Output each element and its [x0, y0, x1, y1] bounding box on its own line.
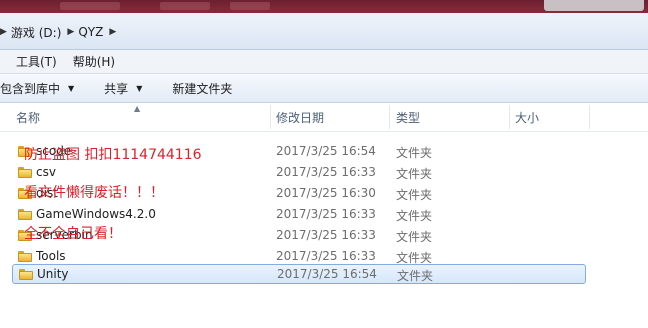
column-size[interactable]: 大小 — [515, 103, 539, 131]
column-type[interactable]: 类型 — [396, 103, 420, 131]
column-divider[interactable] — [389, 105, 390, 129]
share-button[interactable]: 共享 ▼ — [104, 80, 142, 97]
file-date: 2017/3/25 16:33 — [276, 207, 376, 221]
dropdown-arrow-icon: ▼ — [136, 83, 143, 93]
file-date: 2017/3/25 16:33 — [276, 165, 376, 179]
chevron-right-icon[interactable]: ▶ — [0, 27, 7, 37]
file-date: 2017/3/25 16:33 — [276, 249, 376, 263]
chevron-right-icon[interactable]: ▶ — [67, 27, 74, 37]
watermark-text: 全不全自己看！ — [24, 226, 122, 242]
sort-up-icon: ▲ — [134, 104, 141, 113]
status-area — [0, 316, 648, 328]
include-label: 包含到库中 — [0, 81, 61, 96]
file-type: 文件夹 — [396, 209, 433, 223]
file-name: Tools — [36, 249, 66, 263]
file-name: Unity — [37, 267, 69, 281]
menu-tools[interactable]: 工具(T) — [14, 53, 59, 70]
column-name[interactable]: 名称 — [16, 103, 40, 131]
file-name: csv — [36, 165, 56, 179]
title-blur — [230, 2, 270, 10]
list-item[interactable]: csv 2017/3/25 16:33 文件夹 — [12, 163, 586, 183]
address-bar[interactable]: ▶ 游戏 (D:) ▶ QYZ ▶ — [0, 13, 648, 50]
new-folder-label: 新建文件夹 — [172, 81, 233, 96]
column-header: ▲ 名称 修改日期 类型 大小 — [0, 103, 648, 132]
column-divider[interactable] — [270, 105, 271, 129]
folder-icon — [19, 269, 33, 280]
dropdown-arrow-icon: ▼ — [68, 83, 75, 93]
watermark-text: 防止盗图 扣扣1114744116 — [24, 147, 202, 163]
file-type: 文件夹 — [396, 146, 433, 160]
list-item[interactable]: GameWindows4.2.0 2017/3/25 16:33 文件夹 — [12, 205, 586, 225]
include-in-library-button[interactable]: 包含到库中 ▼ — [0, 80, 74, 97]
column-divider[interactable] — [509, 105, 510, 129]
breadcrumb: ▶ 游戏 (D:) ▶ QYZ ▶ — [0, 22, 116, 42]
folder-icon — [18, 251, 32, 262]
breadcrumb-folder[interactable]: QYZ — [74, 25, 109, 39]
window-title-bar — [0, 0, 648, 13]
file-date: 2017/3/25 16:33 — [276, 228, 376, 242]
column-date[interactable]: 修改日期 — [276, 103, 324, 131]
file-date: 2017/3/25 16:30 — [276, 186, 376, 200]
column-divider[interactable] — [589, 105, 590, 129]
share-label: 共享 — [104, 81, 129, 96]
file-date: 2017/3/25 16:54 — [277, 267, 377, 281]
menu-help[interactable]: 帮助(H) — [71, 53, 117, 70]
menu-bar: 工具(T) 帮助(H) — [0, 50, 648, 74]
watermark-text: 看文件懒得废话！！！ — [24, 185, 164, 201]
breadcrumb-drive[interactable]: 游戏 (D:) — [7, 24, 67, 41]
command-bar: 包含到库中 ▼ 共享 ▼ 新建文件夹 — [0, 74, 648, 103]
folder-icon — [18, 167, 32, 178]
window-controls[interactable] — [544, 0, 644, 11]
list-item-selected[interactable]: Unity 2017/3/25 16:54 文件夹 — [12, 264, 586, 284]
file-name: GameWindows4.2.0 — [36, 207, 156, 221]
file-type: 文件夹 — [397, 269, 434, 283]
file-type: 文件夹 — [396, 230, 433, 244]
file-type: 文件夹 — [396, 188, 433, 202]
chevron-right-icon[interactable]: ▶ — [109, 27, 116, 37]
title-blur — [60, 2, 120, 10]
title-blur — [160, 2, 210, 10]
new-folder-button[interactable]: 新建文件夹 — [172, 80, 232, 97]
file-date: 2017/3/25 16:54 — [276, 144, 376, 158]
folder-icon — [18, 209, 32, 220]
file-type: 文件夹 — [396, 167, 433, 181]
